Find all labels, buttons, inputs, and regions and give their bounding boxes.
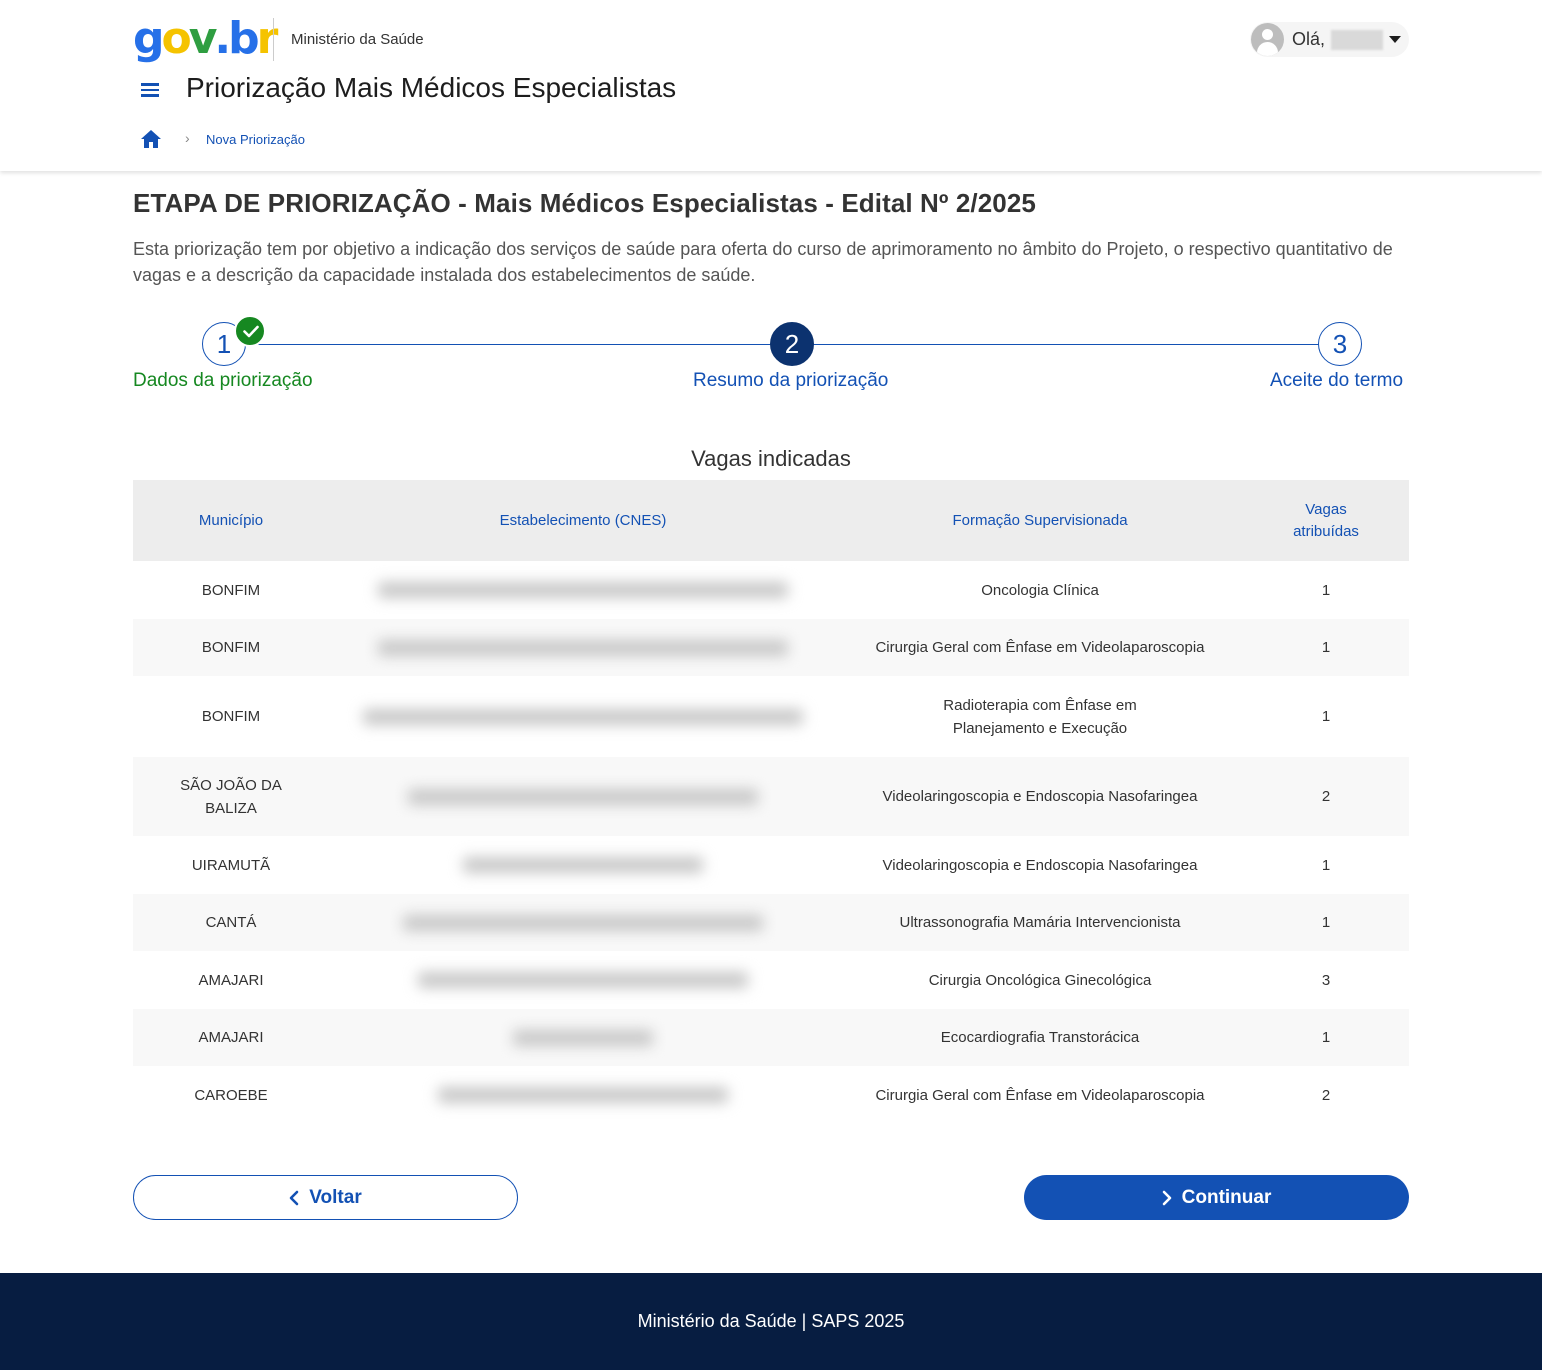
cell-municipio: UIRAMUTÃ: [191, 856, 271, 874]
cell-municipio: AMAJARI: [198, 1029, 264, 1046]
cell-vagas: 2: [1321, 788, 1331, 805]
cell-vagas: 3: [1321, 971, 1331, 989]
cell-vagas: 1: [1321, 581, 1331, 599]
table-header: Município Estabelecimento (CNES) Formaçã…: [133, 480, 1409, 561]
cell-municipio: BONFIM: [201, 581, 261, 599]
home-icon[interactable]: [140, 129, 162, 149]
cell-estabelecimento-redacted: [329, 894, 837, 951]
cell-estabelecimento-redacted: [329, 619, 837, 676]
table-row: CANTÁ Ultrassonografia Mamária Intervenc…: [133, 894, 1409, 951]
table-row: BONFIM Oncologia Clínica 1: [133, 561, 1409, 619]
table-caption: Vagas indicadas: [691, 446, 851, 471]
page-description: Esta priorização tem por objetivo a indi…: [133, 239, 1393, 285]
caret-down-icon: [1389, 36, 1402, 43]
header-divider: [273, 18, 274, 61]
cell-municipio: AMAJARI: [198, 971, 264, 989]
logo-letter: v: [188, 13, 218, 64]
cell-estabelecimento-redacted: [329, 1009, 837, 1066]
cell-formacao: Cirurgia Oncológica Ginecológica: [928, 971, 1152, 989]
cell-formacao: Oncologia Clínica: [981, 581, 1099, 599]
back-button[interactable]: Voltar: [133, 1175, 518, 1220]
cell-formacao: Cirurgia Geral com Ênfase em Videolaparo…: [875, 639, 1205, 656]
page-title: ETAPA DE PRIORIZAÇÃO - Mais Médicos Espe…: [133, 188, 1036, 218]
chevron-right-icon: ›: [185, 130, 190, 146]
site-header: gov.br Ministério da Saúde Olá, Prioriza…: [0, 0, 1542, 171]
cell-estabelecimento-redacted: [329, 676, 837, 757]
logo-letter: g: [133, 13, 164, 64]
site-footer: Ministério da Saúde | SAPS 2025: [0, 1273, 1542, 1370]
continue-button[interactable]: Continuar: [1024, 1175, 1409, 1220]
cell-formacao: Ultrassonografia Mamária Intervencionist…: [899, 914, 1181, 931]
table-row: BONFIM Cirurgia Geral com Ênfase em Vide…: [133, 619, 1409, 676]
step-2-label[interactable]: Resumo da priorização: [693, 370, 888, 392]
back-button-label: Voltar: [309, 1186, 362, 1208]
cell-vagas: 1: [1321, 639, 1331, 656]
step-3-circle[interactable]: 3: [1318, 322, 1362, 366]
column-header-estabelecimento: Estabelecimento (CNES): [499, 511, 667, 529]
logo-letter: o: [161, 13, 192, 64]
app-title: Priorização Mais Médicos Especialistas: [186, 72, 677, 103]
continue-button-label: Continuar: [1181, 1186, 1272, 1208]
chevron-left-icon: [289, 1190, 299, 1205]
cell-vagas: 2: [1321, 1086, 1331, 1104]
table-row: BONFIM Radioterapia com Ênfase em Planej…: [133, 676, 1409, 757]
vagas-table: Município Estabelecimento (CNES) Formaçã…: [133, 480, 1409, 1124]
table-row: CAROEBE Cirurgia Geral com Ênfase em Vid…: [133, 1066, 1409, 1124]
menu-icon[interactable]: [141, 80, 161, 100]
cell-municipio: CAROEBE: [194, 1086, 268, 1104]
cell-vagas: 1: [1321, 856, 1331, 874]
column-header-formacao: Formação Supervisionada: [952, 511, 1128, 529]
cell-formacao: Ecocardiografia Transtorácica: [940, 1029, 1140, 1046]
logo-letter: b: [228, 13, 259, 64]
cell-estabelecimento-redacted: [329, 836, 837, 894]
cell-formacao: Videolaringoscopia e Endoscopia Nasofari…: [882, 856, 1198, 874]
column-header-vagas: Vagas atribuídas: [1293, 500, 1359, 540]
user-greeting: Olá,: [1292, 29, 1326, 49]
table-row: AMAJARI Ecocardiografia Transtorácica 1: [133, 1009, 1409, 1066]
cell-estabelecimento-redacted: [329, 951, 837, 1009]
user-menu-button[interactable]: Olá,: [1250, 22, 1409, 57]
step-1-label[interactable]: Dados da priorização: [133, 370, 313, 392]
cell-estabelecimento-redacted: [329, 757, 837, 836]
breadcrumb-nova-priorizacao[interactable]: Nova Priorização: [206, 132, 305, 147]
cell-estabelecimento-redacted: [329, 1066, 837, 1124]
cell-municipio: BONFIM: [201, 708, 261, 725]
cell-formacao: Cirurgia Geral com Ênfase em Videolaparo…: [875, 1086, 1205, 1104]
footer-text: Ministério da Saúde | SAPS 2025: [637, 1311, 905, 1331]
cell-municipio: SÃO JOÃO DA BALIZA: [180, 776, 282, 817]
cell-municipio: BONFIM: [201, 639, 261, 656]
logo-letter: .: [214, 13, 231, 64]
cell-municipio: CANTÁ: [205, 914, 257, 931]
cell-vagas: 1: [1321, 1029, 1331, 1046]
user-avatar-icon: [1251, 23, 1284, 56]
cell-formacao: Radioterapia com Ênfase em Planejamento …: [943, 696, 1137, 737]
chevron-right-icon: [1162, 1190, 1171, 1205]
table-row: UIRAMUTÃ Videolaringoscopia e Endoscopia…: [133, 836, 1409, 894]
column-header-municipio: Município: [198, 511, 264, 529]
step-2-circle[interactable]: 2: [770, 322, 814, 366]
user-name-redacted: [1331, 29, 1384, 50]
table-row: AMAJARI Cirurgia Oncológica Ginecológica…: [133, 951, 1409, 1009]
govbr-logo[interactable]: gov.br: [133, 13, 278, 64]
table-row: SÃO JOÃO DA BALIZA Videolaringoscopia e …: [133, 757, 1409, 836]
ministry-name: Ministério da Saúde: [291, 31, 424, 48]
cell-vagas: 1: [1321, 914, 1331, 931]
cell-estabelecimento-redacted: [329, 561, 837, 619]
step-3-label[interactable]: Aceite do termo: [1270, 370, 1403, 392]
cell-formacao: Videolaringoscopia e Endoscopia Nasofari…: [882, 788, 1198, 805]
check-icon: [234, 315, 266, 347]
cell-vagas: 1: [1321, 708, 1331, 725]
